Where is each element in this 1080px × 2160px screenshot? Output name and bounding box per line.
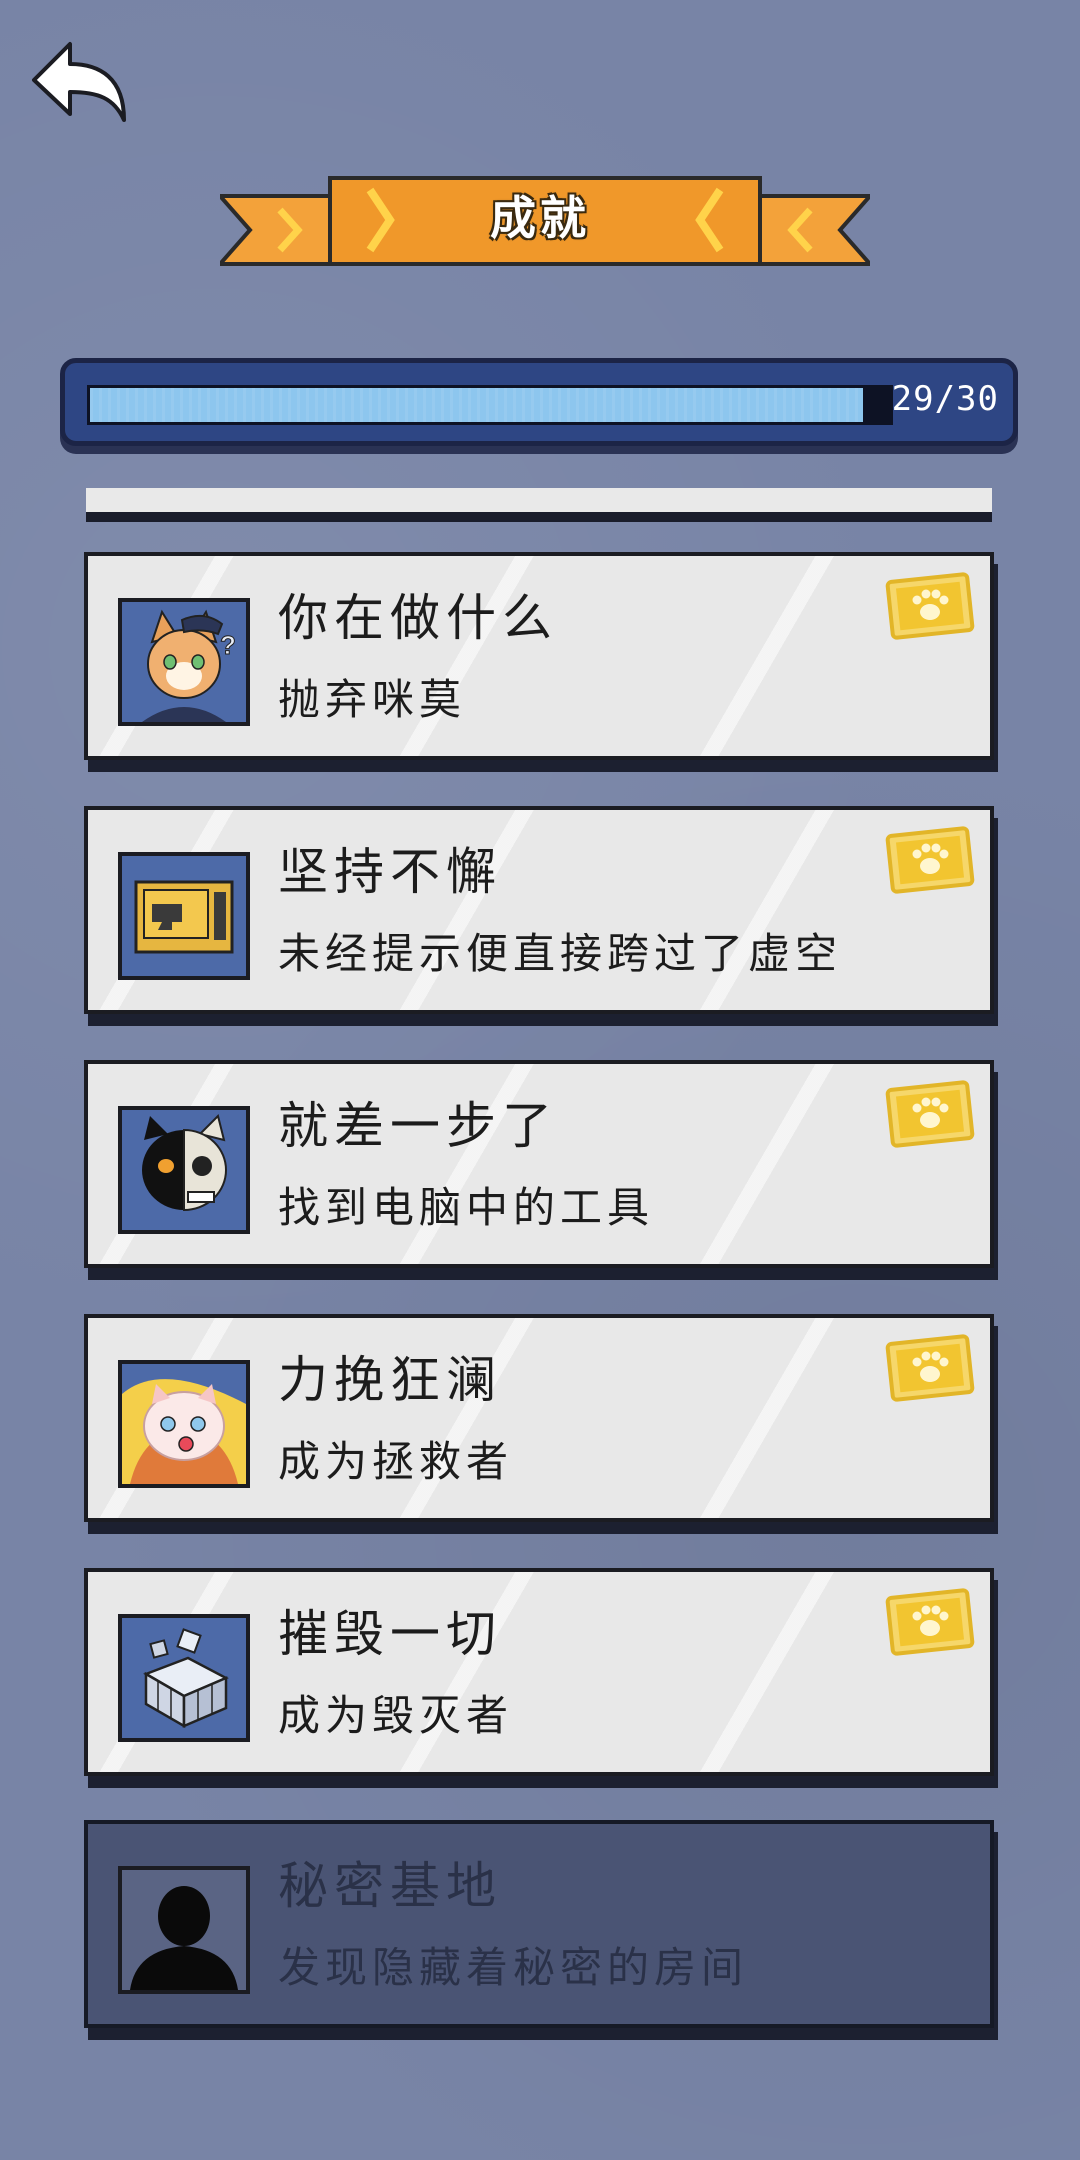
police-cat-icon: ? (118, 598, 250, 726)
achievement-title: 就差一步了 (278, 1097, 558, 1155)
achievement-card[interactable]: 坚持不懈 未经提示便直接跨过了虚空 (84, 806, 994, 1014)
achievement-card[interactable]: ? 你在做什么 抛弃咪莫 (84, 552, 994, 760)
achievement-title: 力挽狂澜 (278, 1351, 502, 1409)
achievement-title: 你在做什么 (278, 589, 558, 647)
achievement-card[interactable]: 力挽狂澜 成为拯救者 (84, 1314, 994, 1522)
paw-badge-icon (885, 1334, 975, 1402)
computer-monitor-icon (118, 852, 250, 980)
page-title: 成就 (490, 191, 590, 245)
paw-badge-icon (885, 1080, 975, 1148)
achievement-description: 成为毁灭者 (278, 1691, 514, 1740)
achievement-description: 发现隐藏着秘密的房间 (278, 1943, 749, 1992)
svg-text:?: ? (220, 630, 236, 660)
silhouette-icon (118, 1866, 250, 1994)
achievement-description: 成为拯救者 (278, 1437, 514, 1486)
back-button[interactable] (30, 38, 130, 128)
back-arrow-icon (32, 42, 126, 122)
paw-badge-icon (885, 572, 975, 640)
progress-fill (90, 388, 864, 422)
achievement-description: 未经提示便直接跨过了虚空 (278, 929, 843, 978)
paw-badge-icon (885, 826, 975, 894)
achievement-card[interactable]: 摧毁一切 成为毁灭者 (84, 1568, 994, 1776)
achievement-card-locked[interactable]: 秘密基地 发现隐藏着秘密的房间 (84, 1820, 994, 2028)
skull-cat-icon (118, 1106, 250, 1234)
achievement-description: 找到电脑中的工具 (278, 1183, 655, 1232)
achievement-card[interactable]: 就差一步了 找到电脑中的工具 (84, 1060, 994, 1268)
achievement-title: 坚持不懈 (278, 843, 502, 901)
baby-cat-icon (118, 1360, 250, 1488)
progress-label: 29/30 (891, 379, 999, 419)
partial-card-top (86, 488, 992, 522)
cube-blocks-icon (118, 1614, 250, 1742)
achievement-title: 摧毁一切 (278, 1605, 502, 1663)
achievement-title: 秘密基地 (278, 1857, 502, 1915)
paw-badge-icon (885, 1588, 975, 1656)
progress-track (87, 385, 893, 425)
achievement-description: 抛弃咪莫 (278, 675, 467, 724)
achievement-progress-bar: 29/30 (60, 358, 1018, 446)
